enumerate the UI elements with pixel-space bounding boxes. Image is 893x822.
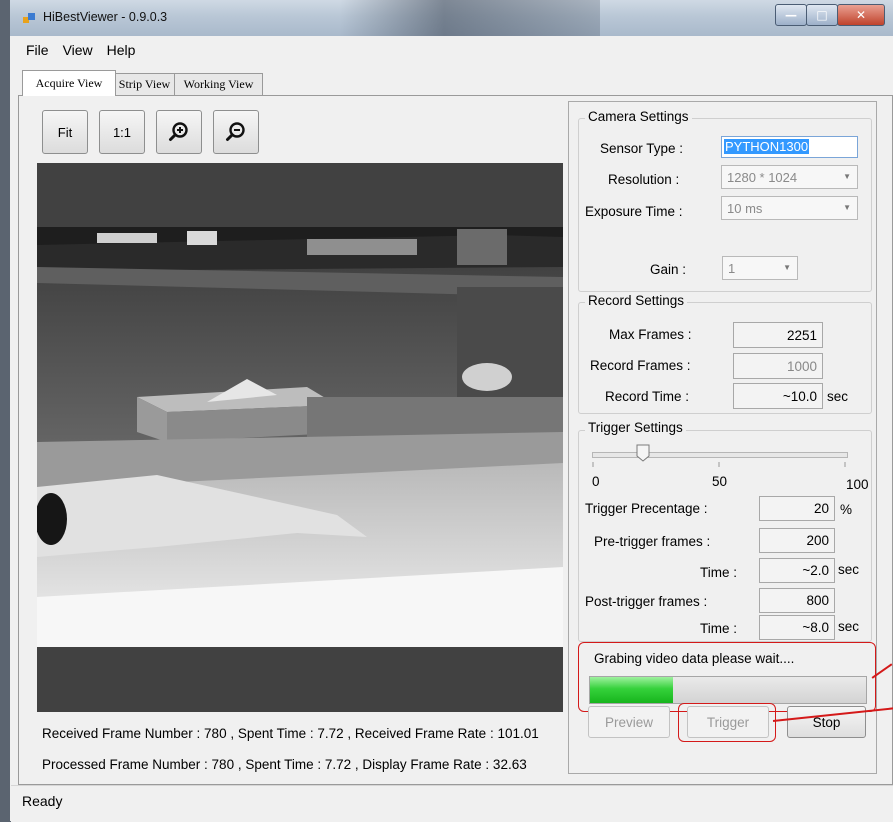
received-frame-stats: Received Frame Number : 780 , Spent Time… xyxy=(42,726,539,741)
zoom-out-icon xyxy=(226,122,245,141)
pre-trigger-time-label: Time : xyxy=(700,565,737,580)
grab-status-message: Grabing video data please wait.... xyxy=(594,651,795,666)
resolution-value: 1280 * 1024 xyxy=(727,169,798,185)
window-title: HiBestViewer - 0.9.0.3 xyxy=(43,10,168,24)
post-trigger-time-label: Time : xyxy=(700,621,737,636)
trigger-slider-thumb[interactable] xyxy=(636,444,650,462)
trigger-percentage-label: Trigger Precentage : xyxy=(585,501,708,516)
maximize-button[interactable]: □ xyxy=(806,4,838,26)
menu-help[interactable]: Help xyxy=(105,40,148,62)
maximize-icon: □ xyxy=(816,8,828,22)
grab-progress-bar xyxy=(589,676,867,704)
window-controls: — □ ✕ xyxy=(775,4,885,26)
exposure-time-label: Exposure Time : xyxy=(585,204,683,219)
post-trigger-frames-label: Post-trigger frames : xyxy=(585,594,708,609)
tab-acquire-view[interactable]: Acquire View xyxy=(22,70,116,96)
record-frames-label: Record Frames : xyxy=(590,358,691,373)
processed-frame-stats: Processed Frame Number : 780 , Spent Tim… xyxy=(42,757,527,772)
camera-frame-image xyxy=(37,227,563,647)
gain-select[interactable]: 1 ▼ xyxy=(722,256,798,280)
status-bar xyxy=(11,785,893,822)
camera-settings-title: Camera Settings xyxy=(585,109,692,124)
video-top-letterbox xyxy=(37,163,563,227)
menu-bar: File View Help xyxy=(11,40,147,62)
max-frames-label: Max Frames : xyxy=(609,327,692,342)
record-time-label: Record Time : xyxy=(605,389,690,404)
trigger-button-highlight xyxy=(678,703,776,742)
fit-button[interactable]: Fit xyxy=(42,110,88,154)
exposure-time-select[interactable]: 10 ms ▼ xyxy=(721,196,858,220)
zoom-in-icon xyxy=(169,122,188,141)
video-bottom-letterbox xyxy=(37,647,563,712)
zoom-out-button[interactable] xyxy=(213,110,259,154)
camera-preview[interactable] xyxy=(37,227,563,647)
record-frames-input[interactable]: 1000 xyxy=(733,353,823,379)
pre-trigger-frames-value: 200 xyxy=(759,528,835,553)
app-icon xyxy=(23,13,35,23)
close-button[interactable]: ✕ xyxy=(837,4,885,26)
one-to-one-button[interactable]: 1:1 xyxy=(99,110,145,154)
grab-progress-fill xyxy=(590,677,673,703)
record-time-value: ~10.0 xyxy=(733,383,823,409)
pre-trigger-time-value: ~2.0 xyxy=(759,558,835,583)
post-trigger-frames-value: 800 xyxy=(759,588,835,613)
trigger-slider-ticks xyxy=(592,462,846,467)
preview-button[interactable]: Preview xyxy=(588,706,670,738)
sensor-type-value: PYTHON1300 xyxy=(724,139,810,154)
slider-scale-mid: 50 xyxy=(712,474,728,489)
record-settings-title: Record Settings xyxy=(585,293,688,308)
trigger-percentage-value: 20 xyxy=(759,496,835,521)
zoom-in-button[interactable] xyxy=(156,110,202,154)
trigger-slider-track[interactable] xyxy=(592,452,848,458)
post-trigger-time-unit: sec xyxy=(838,619,860,634)
pre-trigger-time-unit: sec xyxy=(838,562,860,577)
record-time-unit: sec xyxy=(827,389,849,404)
trigger-percentage-unit: % xyxy=(840,502,853,517)
resolution-select[interactable]: 1280 * 1024 ▼ xyxy=(721,165,858,189)
close-icon: ✕ xyxy=(855,8,867,22)
exposure-time-value: 10 ms xyxy=(727,200,763,216)
post-trigger-time-value: ~8.0 xyxy=(759,615,835,640)
pre-trigger-frames-label: Pre-trigger frames : xyxy=(594,534,711,549)
resolution-label: Resolution : xyxy=(608,172,680,187)
chevron-down-icon: ▼ xyxy=(783,263,791,272)
menu-file[interactable]: File xyxy=(11,40,61,62)
minimize-button[interactable]: — xyxy=(775,4,807,26)
gain-label: Gain : xyxy=(650,262,687,277)
title-bar-background xyxy=(340,0,600,36)
chevron-down-icon: ▼ xyxy=(843,203,851,212)
menu-view[interactable]: View xyxy=(61,40,105,62)
sensor-type-input[interactable]: PYTHON1300 xyxy=(721,136,858,158)
chevron-down-icon: ▼ xyxy=(843,172,851,181)
sensor-type-label: Sensor Type : xyxy=(600,141,684,156)
minimize-icon: — xyxy=(785,8,797,22)
tab-working-view[interactable]: Working View xyxy=(174,73,263,95)
max-frames-value: 2251 xyxy=(733,322,823,348)
trigger-settings-title: Trigger Settings xyxy=(585,420,686,435)
slider-scale-max: 100 xyxy=(846,477,869,492)
tab-strip-view[interactable]: Strip View xyxy=(114,73,175,95)
slider-scale-min: 0 xyxy=(592,474,600,489)
gain-value: 1 xyxy=(728,260,736,276)
status-text: Ready xyxy=(22,793,63,809)
